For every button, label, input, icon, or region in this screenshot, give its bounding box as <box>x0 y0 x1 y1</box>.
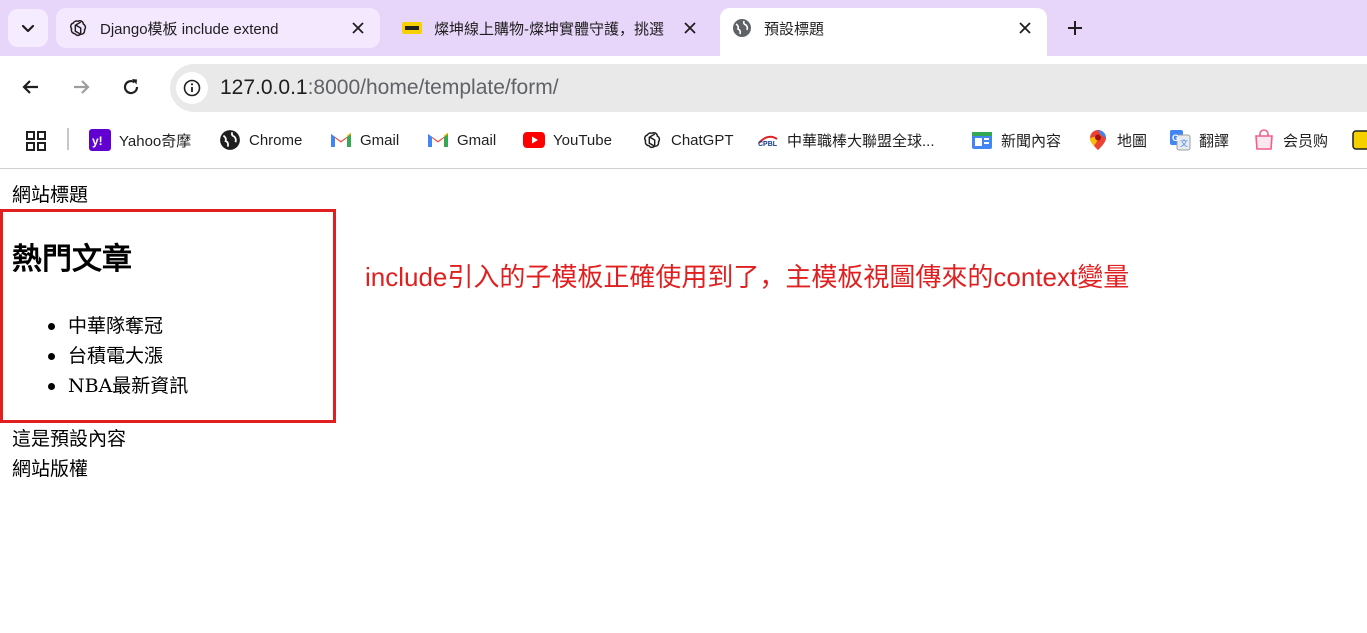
bookmark-overflow-partial[interactable] <box>1352 126 1367 154</box>
svg-text:CPBL: CPBL <box>758 141 778 147</box>
bookmark-label: Chrome <box>249 131 303 149</box>
arrow-left-icon <box>22 80 38 94</box>
youtube-icon <box>523 129 545 151</box>
new-tab-button[interactable] <box>1058 11 1092 45</box>
chevron-down-icon <box>21 24 35 33</box>
tkec-icon <box>402 18 422 38</box>
bookmark-partial-icon <box>1352 129 1367 151</box>
shop-icon <box>1253 129 1275 151</box>
bookmark-gmail-1[interactable]: Gmail <box>330 126 399 154</box>
bookmark-gmail-2[interactable]: Gmail <box>427 126 496 154</box>
bookmark-label: Gmail <box>360 131 400 149</box>
apps-button[interactable] <box>22 127 50 155</box>
apps-grid-icon <box>26 131 46 151</box>
page-content: 網站標題 熱門文章 中華隊奪冠 台積電大漲 NBA最新資訊 include引入的… <box>0 169 1367 633</box>
yahoo-icon: y! <box>89 129 111 151</box>
tab-django-template[interactable]: Django模板 include extend <box>56 8 380 48</box>
arrow-right-icon <box>74 80 90 94</box>
bookmark-label: YouTube <box>553 131 612 149</box>
address-bar[interactable]: 127.0.0.1:8000/home/template/form/ <box>170 64 1367 112</box>
hot-articles-heading: 熱門文章 <box>12 242 132 277</box>
tab-search-button[interactable] <box>8 9 48 47</box>
gmail-icon <box>330 129 352 151</box>
bookmark-label: ChatGPT <box>671 131 734 149</box>
tab-title: 預設標題 <box>764 20 825 38</box>
bookmark-label: 会员购 <box>1283 132 1329 150</box>
forward-button[interactable] <box>64 70 98 104</box>
bookmark-label: Gmail <box>457 131 497 149</box>
tab-title: Django模板 include extend <box>100 20 279 38</box>
globe-icon <box>219 129 241 151</box>
back-button[interactable] <box>14 70 48 104</box>
annotation-text: include引入的子模板正確使用到了，主模板視圖傳來的context變量 <box>365 262 1130 292</box>
globe-icon <box>732 18 752 38</box>
svg-text:G: G <box>1172 133 1179 143</box>
bookmark-youtube[interactable]: YouTube <box>523 126 612 154</box>
chatgpt-icon <box>68 18 88 38</box>
info-icon <box>183 79 201 97</box>
url-host: 127.0.0.1 <box>220 76 308 99</box>
tab-tkec[interactable]: 燦坤線上購物-燦坤實體守護，挑選 <box>390 8 712 48</box>
bookmark-label: 中華職棒大聯盟全球... <box>787 132 935 150</box>
bookmark-label: Yahoo奇摩 <box>119 132 192 150</box>
default-content: 這是預設內容 <box>12 428 127 450</box>
close-icon[interactable] <box>680 18 700 38</box>
chatgpt-icon <box>641 129 663 151</box>
tab-title: 燦坤線上購物-燦坤實體守護，挑選 <box>434 20 664 38</box>
bookmark-chatgpt[interactable]: ChatGPT <box>641 126 734 154</box>
translate-icon: G文 <box>1169 129 1191 151</box>
site-info-button[interactable] <box>176 72 208 104</box>
svg-text:y!: y! <box>92 134 103 148</box>
gmail-icon <box>427 129 449 151</box>
bookmark-cpbl[interactable]: CPBL 中華職棒大聯盟全球... <box>757 126 935 154</box>
url-text[interactable]: 127.0.0.1:8000/home/template/form/ <box>220 76 559 100</box>
bookmark-translate[interactable]: G文 翻譯 <box>1169 126 1229 154</box>
news-icon <box>971 129 993 151</box>
svg-text:文: 文 <box>1180 138 1188 148</box>
bookmark-chrome[interactable]: Chrome <box>219 126 302 154</box>
toolbar: 127.0.0.1:8000/home/template/form/ <box>0 56 1367 120</box>
bookmark-yahoo[interactable]: y! Yahoo奇摩 <box>89 126 191 154</box>
bookmark-news[interactable]: 新聞內容 <box>971 126 1061 154</box>
list-item: NBA最新資訊 <box>44 371 188 401</box>
cpbl-icon: CPBL <box>757 129 779 151</box>
bookmarks-bar: y! Yahoo奇摩 Chrome Gmail Gmail YouTube Ch… <box>0 120 1367 160</box>
close-icon[interactable] <box>1015 18 1035 38</box>
tab-strip: Django模板 include extend 燦坤線上購物-燦坤實體守護，挑選… <box>0 0 1367 56</box>
list-item: 台積電大漲 <box>44 341 188 371</box>
reload-icon <box>123 79 139 95</box>
bookmark-label: 地圖 <box>1117 132 1148 150</box>
site-title: 網站標題 <box>12 184 89 206</box>
bookmark-label: 翻譯 <box>1199 132 1230 150</box>
list-item: 中華隊奪冠 <box>44 311 188 341</box>
tab-active-default-title[interactable]: 預設標題 <box>720 8 1047 56</box>
bookmark-shop[interactable]: 会员购 <box>1253 126 1328 154</box>
maps-icon <box>1087 129 1109 151</box>
url-path: :8000/home/template/form/ <box>307 76 559 99</box>
close-icon[interactable] <box>348 18 368 38</box>
site-copyright: 網站版權 <box>12 458 89 480</box>
bookmark-maps[interactable]: 地圖 <box>1087 126 1147 154</box>
bookmark-label: 新聞內容 <box>1001 132 1062 150</box>
hot-articles-list: 中華隊奪冠 台積電大漲 NBA最新資訊 <box>44 311 188 401</box>
plus-icon <box>1068 21 1082 35</box>
bookmarks-separator <box>67 128 69 150</box>
reload-button[interactable] <box>114 70 148 104</box>
